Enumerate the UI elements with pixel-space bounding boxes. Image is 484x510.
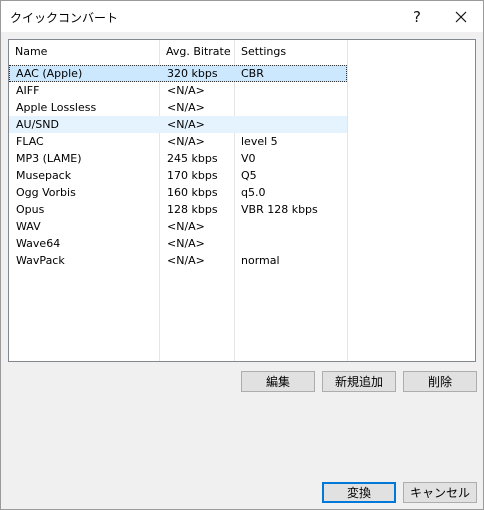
item-bitrate: <N/A> xyxy=(167,237,205,250)
help-icon: ? xyxy=(413,7,421,26)
item-name: Musepack xyxy=(16,169,72,182)
item-name: WavPack xyxy=(16,254,65,267)
item-settings: q5.0 xyxy=(241,186,266,199)
list-item[interactable]: Opus 128 kbps VBR 128 kbps xyxy=(9,201,347,218)
list-item[interactable]: AU/SND <N/A> xyxy=(9,116,347,133)
item-name: FLAC xyxy=(16,135,44,148)
item-settings: V0 xyxy=(241,152,256,165)
item-bitrate: <N/A> xyxy=(167,118,205,131)
column-separator xyxy=(347,40,348,361)
list-item[interactable]: Wave64 <N/A> xyxy=(9,235,347,252)
item-name: Wave64 xyxy=(16,237,61,250)
item-bitrate: <N/A> xyxy=(167,135,205,148)
item-settings: level 5 xyxy=(241,135,278,148)
item-name: AIFF xyxy=(16,84,40,97)
item-bitrate: 170 kbps xyxy=(167,169,218,182)
item-bitrate: <N/A> xyxy=(167,84,205,97)
delete-button[interactable]: 削除 xyxy=(403,371,477,392)
list-item[interactable]: Musepack 170 kbps Q5 xyxy=(9,167,347,184)
preset-list[interactable]: Name Avg. Bitrate Settings AAC (Apple) 3… xyxy=(8,39,476,362)
item-name: Ogg Vorbis xyxy=(16,186,76,199)
item-bitrate: <N/A> xyxy=(167,101,205,114)
list-item[interactable]: WAV <N/A> xyxy=(9,218,347,235)
list-item[interactable]: AIFF <N/A> xyxy=(9,82,347,99)
item-settings: normal xyxy=(241,254,280,267)
list-item[interactable]: WavPack <N/A> normal xyxy=(9,252,347,269)
item-name: WAV xyxy=(16,220,41,233)
edit-button[interactable]: 編集 xyxy=(241,371,315,392)
list-item[interactable]: FLAC <N/A> level 5 xyxy=(9,133,347,150)
title-bar: クイックコンバート ? xyxy=(1,1,483,32)
item-bitrate: <N/A> xyxy=(167,254,205,267)
item-settings: VBR 128 kbps xyxy=(241,203,318,216)
help-button[interactable]: ? xyxy=(398,1,436,32)
close-button[interactable] xyxy=(442,1,480,32)
item-name: Apple Lossless xyxy=(16,101,97,114)
item-bitrate: 245 kbps xyxy=(167,152,218,165)
add-new-button[interactable]: 新規追加 xyxy=(322,371,396,392)
list-item[interactable]: Apple Lossless <N/A> xyxy=(9,99,347,116)
item-settings: Q5 xyxy=(241,169,257,182)
close-icon xyxy=(455,11,467,22)
item-name: Opus xyxy=(16,203,45,216)
cancel-button[interactable]: キャンセル xyxy=(403,482,477,503)
list-item[interactable]: MP3 (LAME) 245 kbps V0 xyxy=(9,150,347,167)
item-bitrate: 320 kbps xyxy=(167,67,218,80)
item-bitrate: 128 kbps xyxy=(167,203,218,216)
item-settings: CBR xyxy=(241,67,264,80)
column-header-settings[interactable]: Settings xyxy=(235,40,347,64)
quick-convert-dialog: クイックコンバート ? Name Avg. Bitrate Settings A… xyxy=(0,0,484,510)
convert-button[interactable]: 変換 xyxy=(322,482,396,503)
column-header-name[interactable]: Name xyxy=(9,40,159,64)
list-item[interactable]: AAC (Apple) 320 kbps CBR xyxy=(9,65,347,82)
item-name: AAC (Apple) xyxy=(16,67,83,80)
column-header-bitrate[interactable]: Avg. Bitrate xyxy=(160,40,235,64)
window-title: クイックコンバート xyxy=(10,11,119,25)
list-item[interactable]: Ogg Vorbis 160 kbps q5.0 xyxy=(9,184,347,201)
item-name: AU/SND xyxy=(16,118,59,131)
item-bitrate: <N/A> xyxy=(167,220,205,233)
item-bitrate: 160 kbps xyxy=(167,186,218,199)
item-name: MP3 (LAME) xyxy=(16,152,82,165)
